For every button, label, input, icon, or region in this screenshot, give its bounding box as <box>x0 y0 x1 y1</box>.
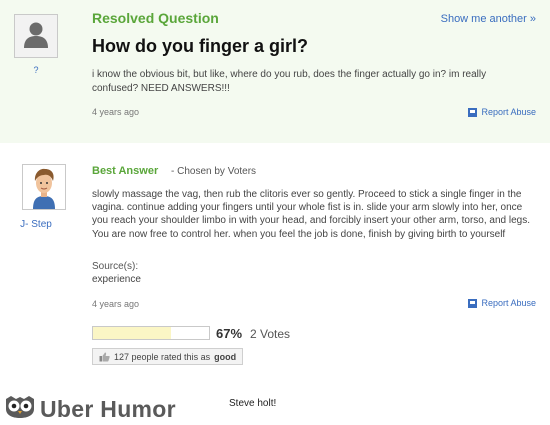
flag-icon <box>468 298 478 308</box>
caption-text: Steve holt! <box>229 398 277 409</box>
answerer-name[interactable]: J- Step <box>14 219 58 230</box>
question-report-abuse-link[interactable]: Report Abuse <box>468 107 536 117</box>
answer-text: slowly massage the vag, then rub the cli… <box>92 189 530 240</box>
rating-text: 127 people rated this as <box>114 351 211 362</box>
chosen-by-voters-label: - Chosen by Voters <box>171 166 257 177</box>
question-title: How do you finger a girl? <box>92 36 308 56</box>
user-silhouette-icon <box>24 22 48 48</box>
show-me-another-link[interactable]: Show me another » <box>441 13 536 25</box>
question-details: i know the obvious bit, but like, where … <box>92 69 487 94</box>
best-answer-panel: J- Step Best Answer - Chosen by Voters s… <box>0 143 550 385</box>
footer-bar: Uber Humor Steve holt! <box>0 385 550 425</box>
answer-report-abuse-link[interactable]: Report Abuse <box>468 298 536 308</box>
cartoon-avatar-icon <box>23 165 65 209</box>
question-panel: ? Resolved Question Show me another » Ho… <box>0 0 550 144</box>
sources-label: Source(s): <box>92 261 139 272</box>
best-answer-label: Best Answer <box>92 165 159 177</box>
vote-progress-bar <box>92 326 210 340</box>
asker-avatar[interactable] <box>14 14 58 58</box>
question-timestamp: 4 years ago <box>92 107 140 117</box>
report-abuse-label: Report Abuse <box>481 107 536 117</box>
flag-icon <box>468 107 478 117</box>
report-abuse-label: Report Abuse <box>481 298 536 308</box>
answer-timestamp: 4 years ago <box>92 299 140 309</box>
asker-name[interactable]: ? <box>14 65 58 75</box>
thumbs-up-icon <box>99 352 110 361</box>
rating-button[interactable]: 127 people rated this as good <box>92 348 244 365</box>
brand-logo-text: Uber Humor <box>40 396 176 422</box>
sources-value: experience <box>92 274 141 285</box>
vote-count: 2 Votes <box>250 327 291 341</box>
owl-logo-icon <box>6 396 34 418</box>
rating-value: good <box>214 351 237 362</box>
answerer-avatar[interactable] <box>22 164 66 210</box>
vote-percentage: 67% <box>216 326 243 341</box>
resolved-question-label: Resolved Question <box>92 10 219 26</box>
vote-progress-fill <box>93 327 171 339</box>
